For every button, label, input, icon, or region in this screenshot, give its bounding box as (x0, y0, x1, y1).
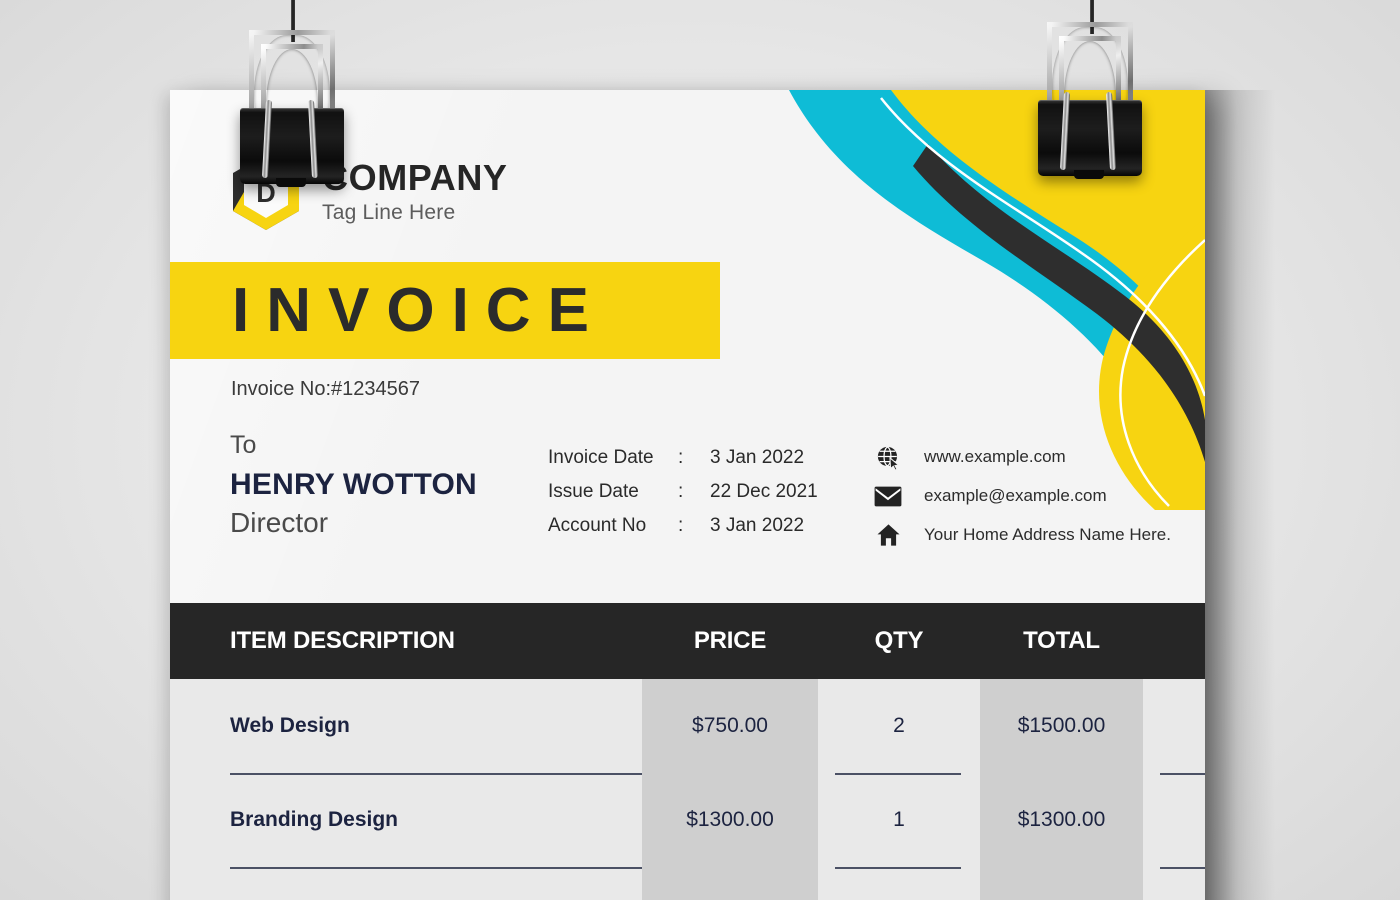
date-row: Invoice Date : 3 Jan 2022 (548, 447, 818, 469)
table-header-row: ITEM DESCRIPTION PRICE QTY TOTAL (170, 603, 1205, 679)
table-header-qty: QTY (874, 627, 924, 654)
table-header-price: PRICE (693, 627, 767, 654)
recipient-name: HENRY WOTTON (230, 468, 477, 502)
clip-body (240, 108, 344, 187)
invoice-heading: INVOICE (232, 275, 606, 345)
row-qty: 1 (893, 808, 905, 831)
row-total: $1300.00 (1017, 808, 1106, 831)
date-row: Issue Date : 22 Dec 2021 (548, 481, 818, 503)
row-description: Branding Design (230, 808, 399, 831)
row-divider-description (230, 773, 642, 775)
contact-row-website: www.example.com (872, 444, 1171, 470)
home-icon (872, 522, 904, 548)
date-row: Account No : 3 Jan 2022 (548, 515, 818, 537)
recipient-to-label: To (230, 431, 257, 459)
row-divider-tail (1160, 867, 1205, 869)
invoice-paper: D COMPANY Tag Line Here INVOICE Invoice … (170, 90, 1205, 900)
page-stage: D COMPANY Tag Line Here INVOICE Invoice … (0, 0, 1400, 900)
date-label: Account No (548, 515, 647, 536)
row-divider-qty (835, 867, 961, 869)
date-colon: : (678, 447, 684, 468)
binder-clip-right (1034, 6, 1146, 179)
invoice-dates-block: Invoice Date : 3 Jan 2022 Issue Date : 2… (548, 447, 818, 537)
address-text: Your Home Address Name Here. (924, 525, 1171, 544)
date-value: 3 Jan 2022 (710, 447, 805, 468)
row-divider-description (230, 867, 642, 869)
date-label: Invoice Date (548, 447, 654, 468)
date-colon: : (678, 515, 684, 536)
row-price: $1300.00 (686, 808, 774, 831)
binder-clip-left (236, 14, 348, 187)
recipient-block: To HENRY WOTTON Director (230, 430, 477, 540)
table-header-total: TOTAL (1023, 627, 1100, 654)
invoice-info-area: To HENRY WOTTON Director Invoice Date : … (170, 430, 1205, 600)
globe-icon (872, 444, 904, 470)
contact-block: www.example.com example@example.com Your… (872, 444, 1171, 548)
invoice-title-band: INVOICE (170, 262, 720, 359)
table-row: Web Design $750.00 2 $1500.00 (170, 679, 1205, 773)
clip-body (1038, 100, 1142, 179)
row-total: $1500.00 (1017, 714, 1106, 737)
date-colon: : (678, 481, 684, 502)
company-name: COMPANY (322, 157, 508, 199)
contact-row-address: Your Home Address Name Here. (872, 522, 1171, 548)
paper-drop-shadow (1205, 90, 1275, 900)
row-price: $750.00 (692, 714, 768, 737)
items-table: ITEM DESCRIPTION PRICE QTY TOTAL Web Des… (170, 603, 1205, 900)
company-tagline: Tag Line Here (322, 200, 456, 224)
table-header-description: ITEM DESCRIPTION (230, 627, 455, 654)
table-row: Branding Design $1300.00 1 $1300.00 (170, 773, 1205, 867)
table-body: Web Design $750.00 2 $1500.00 Branding D… (170, 679, 1205, 900)
row-divider-qty (835, 773, 961, 775)
email-text: example@example.com (924, 486, 1107, 505)
invoice-number: Invoice No:#1234567 (231, 378, 421, 400)
date-value: 22 Dec 2021 (710, 481, 818, 502)
contact-row-email: example@example.com (872, 483, 1171, 509)
row-qty: 2 (893, 714, 905, 737)
date-value: 3 Jan 2022 (710, 515, 805, 536)
recipient-role: Director (230, 507, 329, 539)
website-text: www.example.com (924, 447, 1066, 466)
date-label: Issue Date (548, 481, 639, 502)
row-description: Web Design (230, 714, 350, 737)
envelope-icon (872, 483, 904, 509)
row-divider-tail (1160, 773, 1205, 775)
